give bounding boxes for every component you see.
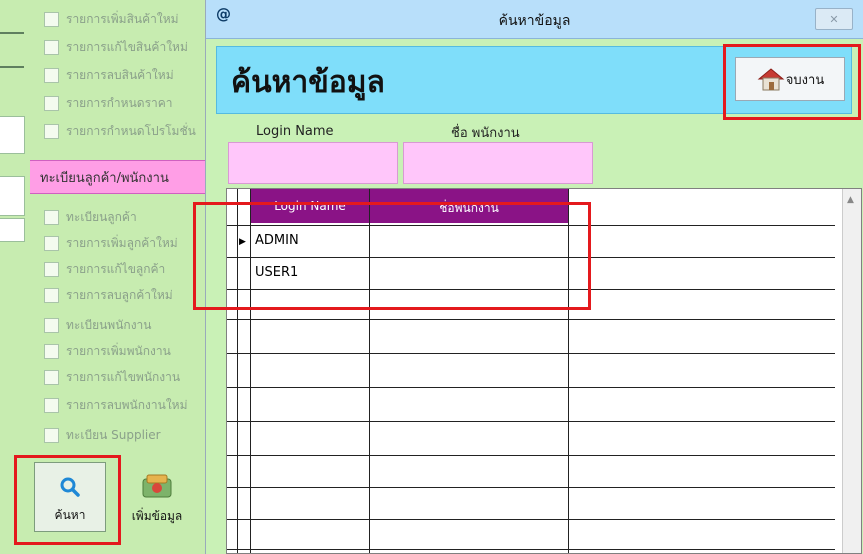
checkbox[interactable] (44, 397, 59, 413)
menu-item[interactable]: รายการแก้ไขลูกค้า (44, 258, 165, 280)
login-name-input[interactable] (228, 142, 398, 184)
checkbox[interactable] (44, 427, 59, 443)
strip-divider (0, 66, 24, 68)
login-name-label: Login Name (256, 124, 334, 139)
strip-field[interactable] (0, 116, 25, 154)
checkbox[interactable] (44, 209, 59, 225)
strip-field[interactable] (0, 176, 25, 216)
checkbox[interactable] (44, 67, 59, 83)
employee-name-input[interactable] (403, 142, 593, 184)
checkbox[interactable] (44, 123, 59, 139)
menu-item[interactable]: รายการเพิ่มพนักงาน (44, 340, 171, 362)
employee-name-label: ชื่อ พนักงาน (451, 126, 520, 141)
strip-field[interactable] (0, 218, 25, 242)
grid-line (227, 455, 835, 456)
menu-item[interactable]: รายการเพิ่มสินค้าใหม่ (44, 8, 179, 30)
checkbox[interactable] (44, 343, 59, 359)
menu-item[interactable]: รายการลบพนักงานใหม่ (44, 394, 188, 416)
checkbox[interactable] (44, 235, 59, 251)
menu-item[interactable]: รายการแก้ไขสินค้าใหม่ (44, 36, 188, 58)
add-button[interactable]: เพิ่มข้อมูล (112, 462, 202, 532)
section-header: ทะเบียนลูกค้า/พนักงาน (30, 160, 210, 194)
vertical-scrollbar[interactable]: ▲ (842, 189, 861, 553)
highlight-grid (193, 202, 591, 310)
checkbox[interactable] (44, 317, 59, 333)
grid-line (227, 353, 835, 354)
menu-item[interactable]: ทะเบียน Supplier (44, 424, 161, 446)
scroll-up-icon[interactable]: ▲ (847, 195, 854, 205)
menu-item[interactable]: รายการเพิ่มลูกค้าใหม่ (44, 232, 178, 254)
checkbox[interactable] (44, 287, 59, 303)
grid-line (227, 319, 835, 320)
strip-divider (0, 32, 24, 34)
add-button-label: เพิ่มข้อมูล (131, 509, 183, 523)
menu-item[interactable]: รายการลบลูกค้าใหม่ (44, 284, 173, 306)
grid-line (227, 421, 835, 422)
window-title: ค้นหาข้อมูล (498, 13, 571, 29)
menu-item[interactable]: รายการกำหนดโปรโมชั่น (44, 120, 196, 142)
grid-line (227, 487, 835, 488)
menu-item[interactable]: รายการลบสินค้าใหม่ (44, 64, 174, 86)
highlight-search (14, 455, 121, 545)
grid-line (227, 387, 835, 388)
close-icon: ✕ (829, 12, 839, 26)
highlight-exit (723, 44, 861, 120)
add-data-icon (142, 474, 172, 498)
checkbox[interactable] (44, 95, 59, 111)
page-title: ค้นหาข้อมูล (231, 65, 385, 100)
checkbox[interactable] (44, 261, 59, 277)
checkbox[interactable] (44, 369, 59, 385)
grid-line (227, 519, 835, 520)
menu-item[interactable]: ทะเบียนลูกค้า (44, 206, 137, 228)
close-button[interactable]: ✕ (815, 8, 853, 30)
checkbox[interactable] (44, 39, 59, 55)
menu-item[interactable]: รายการแก้ไขพนักงาน (44, 366, 180, 388)
title-bar: @ ค้นหาข้อมูล ✕ (206, 0, 863, 39)
menu-item[interactable]: รายการกำหนดราคา (44, 92, 173, 114)
grid-line (227, 549, 835, 550)
checkbox[interactable] (44, 11, 59, 27)
menu-item[interactable]: ทะเบียนพนักงาน (44, 314, 152, 336)
